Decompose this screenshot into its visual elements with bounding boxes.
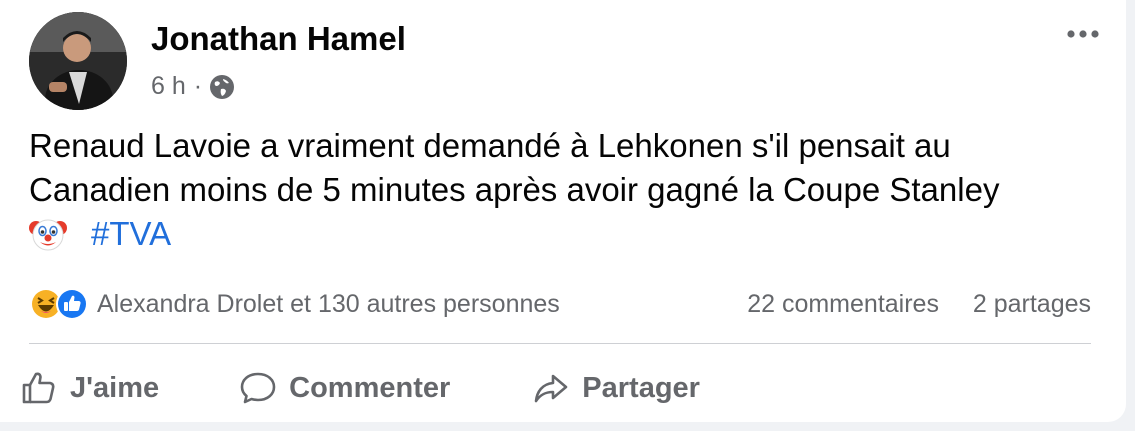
reaction-names[interactable]: Alexandra Drolet et 130 autres personnes [97, 290, 560, 319]
share-button[interactable]: Partager [532, 369, 700, 407]
comment-icon [240, 372, 276, 404]
like-button[interactable]: J'aime [20, 369, 159, 407]
shares-count[interactable]: 2 partages [973, 290, 1091, 318]
post-meta: 6 h · [151, 72, 236, 101]
action-bar: J'aime Commenter Partager [20, 360, 700, 416]
meta-separator: · [193, 72, 203, 100]
post-text: Renaud Lavoie a vraiment demandé à Lehko… [29, 124, 1109, 256]
post-text-line: Canadien moins de 5 minutes après avoir … [29, 171, 1000, 208]
post-text-line: Renaud Lavoie a vraiment demandé à Lehko… [29, 127, 951, 164]
comments-count[interactable]: 22 commentaires [747, 290, 939, 318]
globe-icon[interactable] [208, 73, 236, 101]
share-icon [534, 374, 568, 403]
author-name[interactable]: Jonathan Hamel [151, 20, 406, 58]
clown-emoji-icon [29, 215, 67, 253]
post-timestamp[interactable]: 6 h [151, 72, 186, 101]
avatar-photo [29, 12, 127, 110]
divider [29, 343, 1091, 344]
share-label: Partager [582, 371, 700, 404]
hashtag-line: #TVA [29, 212, 1109, 256]
thumbs-up-icon [22, 372, 55, 404]
like-reaction-icon [56, 288, 88, 320]
comment-button[interactable]: Commenter [239, 369, 450, 407]
post-card: Jonathan Hamel 6 h · Renaud Lavoie a vra… [0, 0, 1126, 422]
avatar[interactable] [29, 12, 127, 110]
engagement-counts: 22 commentaires 2 partages [747, 290, 1091, 319]
reactions-summary: Alexandra Drolet et 130 autres personnes… [29, 287, 1091, 321]
comment-label: Commenter [289, 371, 451, 404]
more-options-icon[interactable] [1063, 22, 1103, 46]
like-label: J'aime [70, 371, 160, 404]
hashtag-link[interactable]: #TVA [91, 212, 171, 256]
reaction-icons[interactable] [29, 287, 89, 321]
